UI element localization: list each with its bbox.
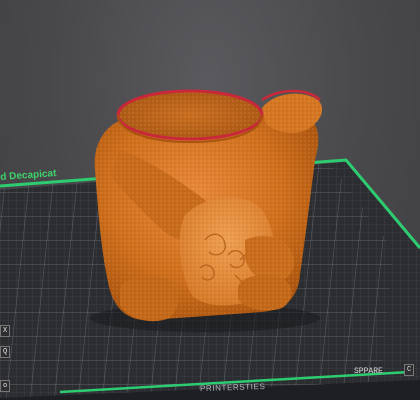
bed-corner-label: Q xyxy=(0,346,11,358)
bed-corner-label: X xyxy=(0,325,11,337)
bed-corner-label: SPPARE xyxy=(354,367,383,376)
bed-corner-label: C xyxy=(404,364,415,376)
bed-corner-label: o xyxy=(0,380,11,392)
scene-canvas[interactable] xyxy=(0,0,420,400)
3d-model-bear-pot[interactable] xyxy=(90,89,322,332)
3d-viewport[interactable]: d Decapicat PRINTERSTIES X Q o SPPARE C xyxy=(0,0,420,400)
